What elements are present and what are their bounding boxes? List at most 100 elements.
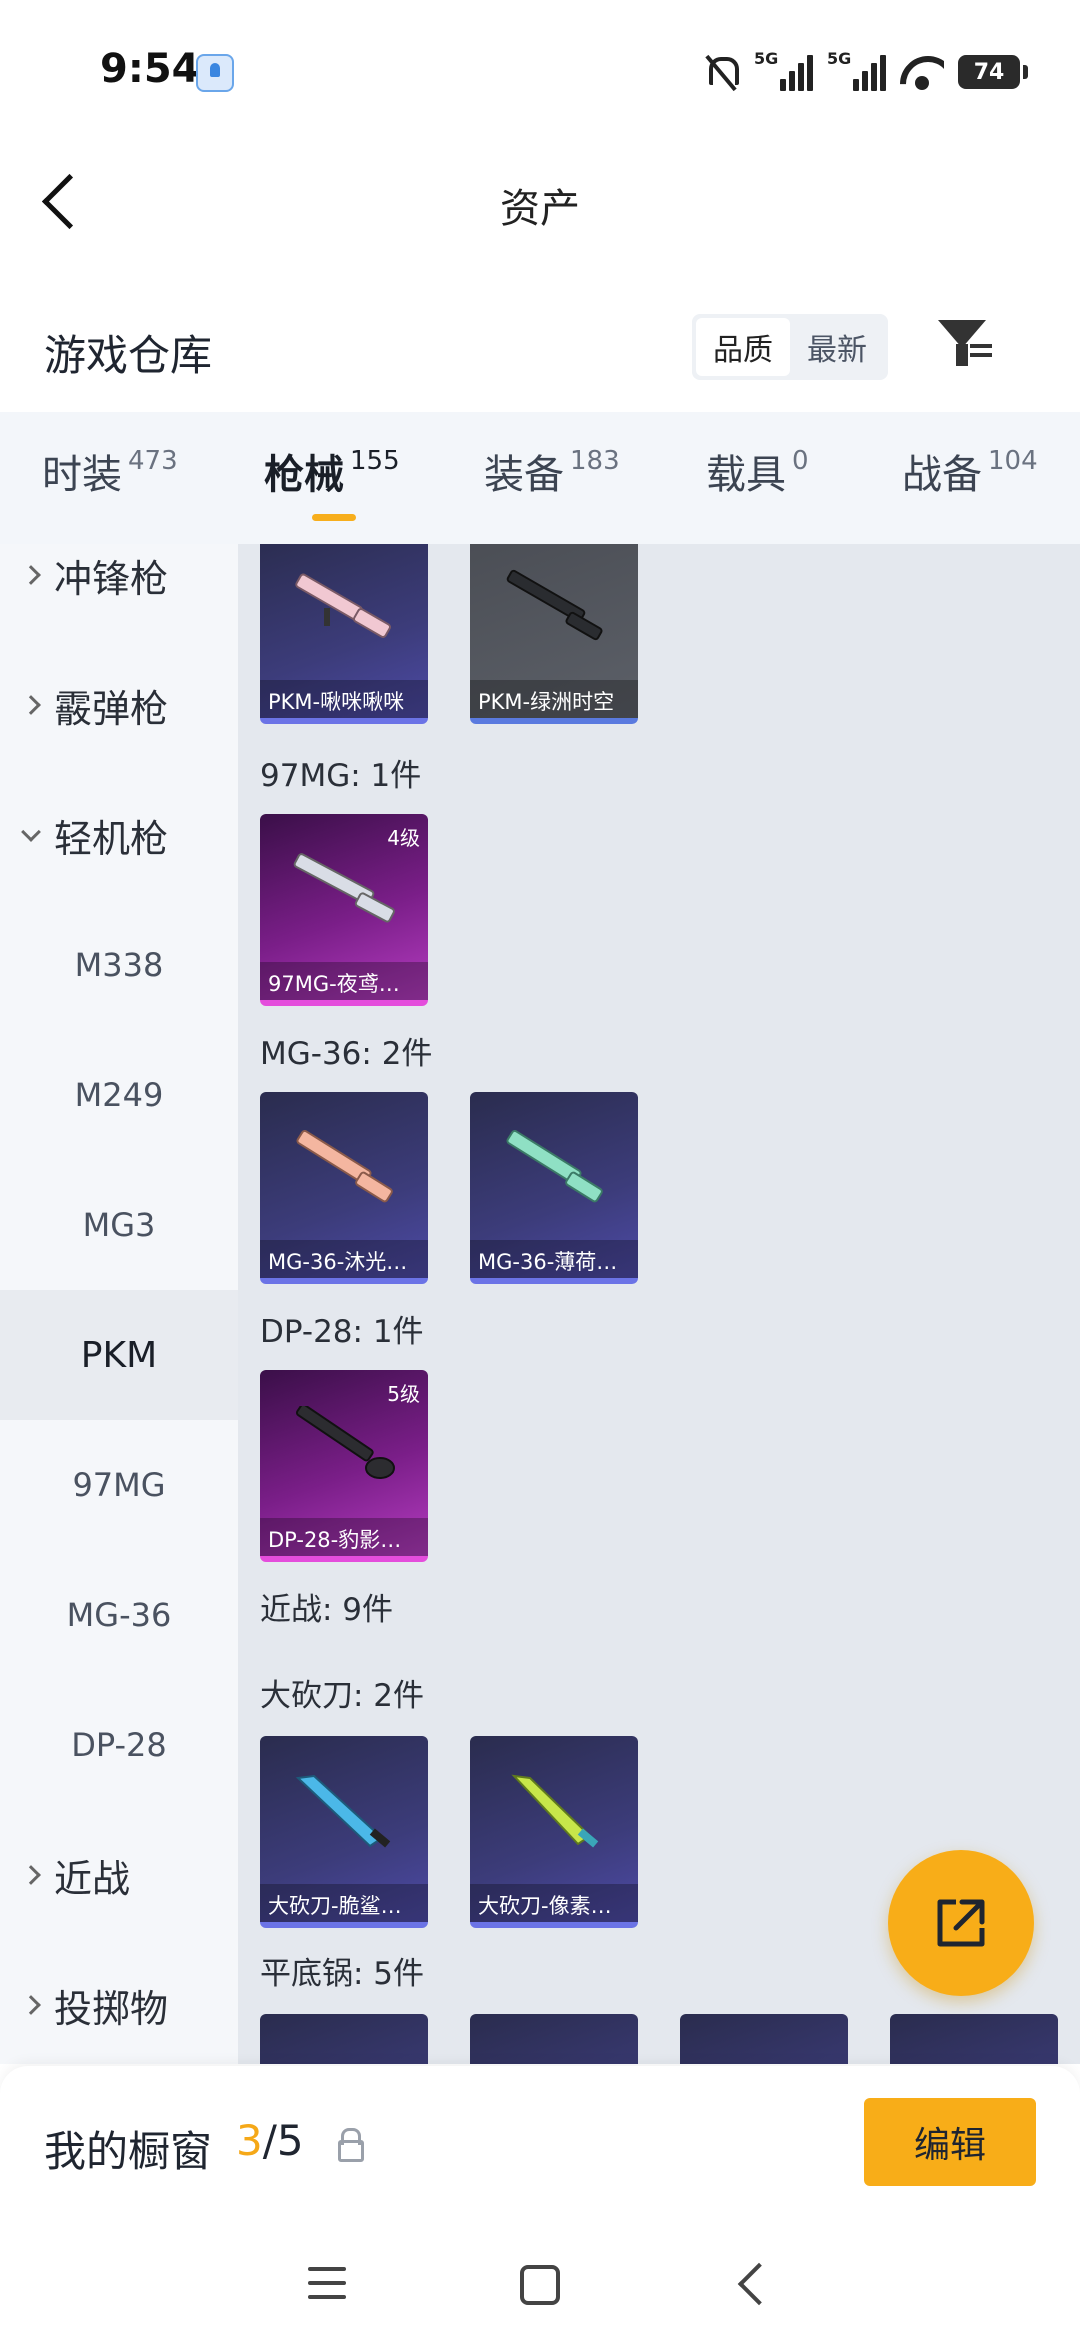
machine-gun-icon [293,853,395,923]
sort-toggle[interactable]: 品质 最新 [692,314,888,380]
sidebar-item-smg[interactable]: 冲锋枪 [0,544,238,640]
item-card-name: DP-28-豹影… [260,1518,428,1556]
section-label-pan: 平底锅: 5件 [260,1956,425,1992]
item-card[interactable]: 大砍刀-像素… [470,1736,638,1928]
tab-count: 0 [792,446,809,476]
item-card[interactable] [260,2014,428,2064]
tab-count: 104 [988,446,1038,476]
menu-icon[interactable] [308,2267,346,2303]
back-icon[interactable] [737,2262,781,2306]
mute-bell-icon [702,53,740,91]
sidebar-item-shotgun[interactable]: 霰弹枪 [0,640,238,770]
sidebar-item-label: 霰弹枪 [54,686,169,731]
item-card[interactable] [680,2014,848,2064]
sidebar-item-97mg[interactable]: 97MG [0,1420,238,1550]
tab-label: 载具 [706,452,786,498]
tab-count: 155 [350,446,400,476]
item-card-name: 大砍刀-脆鲨… [260,1884,428,1922]
sidebar-item-label: 近战 [54,1856,131,1901]
sidebar-item-mg36[interactable]: MG-36 [0,1550,238,1680]
showcase-count: 3/5 [236,2116,304,2165]
tab-count: 183 [570,446,620,476]
chevron-right-icon [21,1995,41,2015]
sidebar-item-label: PKM [80,1334,158,1376]
sidebar-item-label: 97MG [72,1466,166,1504]
item-card-name: MG-36-沐光… [260,1240,428,1278]
pan-icon [704,2050,824,2064]
machete-icon [511,1774,599,1848]
sidebar-item-pkm[interactable]: PKM [0,1290,238,1420]
showcase-panel: 我的橱窗 3/5 编辑 [0,2066,1080,2347]
item-card-name: PKM-绿洲时空 [470,680,638,718]
status-bar: 9:54 5G 5G 74 [0,0,1080,140]
showcase-current: 3 [236,2116,263,2165]
item-card[interactable]: 4级 97MG-夜鸢… [260,814,428,1006]
category-tabs: 时装 473 枪械 155 装备 183 载具 0 战备 104 [0,412,1080,544]
item-card[interactable]: MG-36-沐光… [260,1092,428,1284]
chevron-right-icon [21,695,41,715]
sidebar-item-m249[interactable]: M249 [0,1030,238,1160]
machine-gun-icon [295,1406,395,1479]
tab-label: 时装 [42,452,122,498]
item-card[interactable]: PKM-绿洲时空 [470,544,638,724]
item-level-badge: 5级 [387,1382,420,1406]
app-notification-icon [196,54,234,92]
sidebar-item-m338[interactable]: M338 [0,900,238,1030]
item-card[interactable] [890,2014,1058,2064]
network-type-label: 5G [754,49,779,68]
showcase-total: 5 [276,2116,304,2165]
tab-count: 473 [128,446,178,476]
pan-icon [284,2050,404,2064]
item-card[interactable]: PKM-啾咪啾咪 [260,544,428,724]
sidebar-item-label: 轻机枪 [54,816,169,861]
sidebar-item-melee[interactable]: 近战 [0,1810,238,1940]
sort-quality-button[interactable]: 品质 [696,318,790,376]
item-card[interactable]: MG-36-薄荷… [470,1092,638,1284]
share-icon [937,1899,985,1947]
showcase-label: 我的橱窗 [44,2127,213,2176]
filter-list-icon [970,344,992,366]
item-card[interactable] [470,2014,638,2064]
item-card[interactable]: 5级 DP-28-豹影… [260,1370,428,1562]
sort-newest-button[interactable]: 最新 [790,318,884,376]
pan-icon [914,2050,1034,2064]
item-grid: PKM-啾咪啾咪 PKM-绿洲时空 97MG: 1件 4级 97MG-夜鸢… M… [238,544,1080,2064]
machine-gun-icon [506,1130,603,1203]
tab-firearms[interactable]: 枪械 155 [264,442,400,500]
machine-gun-icon [506,569,603,641]
tab-supplies[interactable]: 战备 104 [902,442,1038,500]
tab-fashion[interactable]: 时装 473 [42,442,178,500]
item-card[interactable]: 大砍刀-脆鲨… [260,1736,428,1928]
sidebar-item-mg3[interactable]: MG3 [0,1160,238,1290]
edit-button[interactable]: 编辑 [864,2098,1036,2186]
home-icon[interactable] [520,2265,560,2305]
share-button[interactable] [888,1850,1034,1996]
system-nav-bar [0,2231,1080,2347]
item-card-name: MG-36-薄荷… [470,1240,638,1278]
item-card-name: PKM-啾咪啾咪 [260,680,428,718]
signal-icon: 5G [754,49,813,91]
chevron-right-icon [21,565,41,585]
signal-icon-2: 5G [827,49,886,91]
page-title: 资产 [500,186,580,232]
sidebar-item-throwables[interactable]: 投掷物 [0,1940,238,2064]
lock-icon [338,2128,364,2162]
pan-icon [494,2050,614,2064]
sidebar-item-dp28[interactable]: DP-28 [0,1680,238,1810]
sidebar-item-label: M338 [74,946,164,984]
chevron-right-icon [21,1865,41,1885]
sidebar-item-label: 投掷物 [54,1986,169,2031]
showcase-separator: / [262,2116,277,2165]
tab-label: 战备 [902,452,982,498]
tab-equipment[interactable]: 装备 183 [484,442,620,500]
tab-vehicles[interactable]: 载具 0 [706,442,809,500]
sidebar-item-label: M249 [74,1076,164,1114]
chevron-down-icon [21,822,41,842]
machine-gun-icon [295,573,391,638]
active-tab-indicator [312,514,356,521]
sidebar-item-label: DP-28 [71,1726,167,1764]
warehouse-title: 游戏仓库 [44,331,213,380]
sidebar-item-label: 冲锋枪 [54,556,169,601]
wifi-icon [900,54,944,90]
sidebar-item-lmg[interactable]: 轻机枪 [0,770,238,900]
